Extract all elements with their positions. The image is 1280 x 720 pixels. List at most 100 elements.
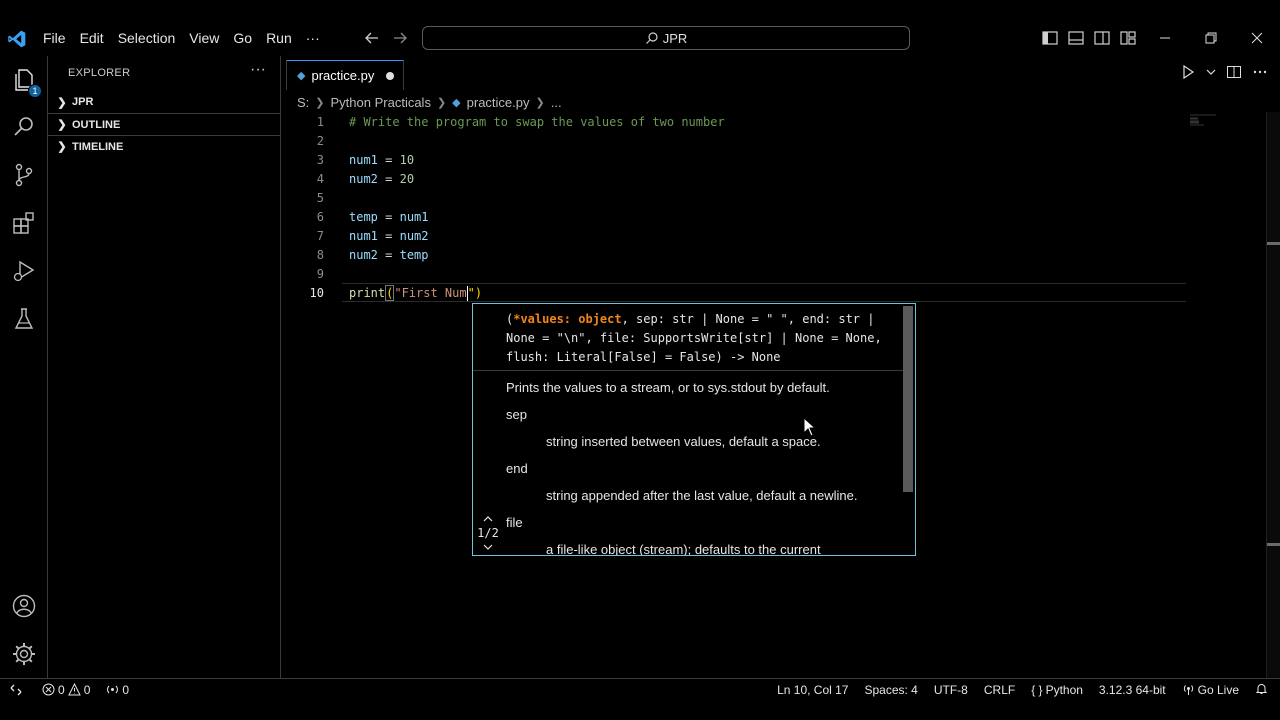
- vscode-logo-icon: [8, 30, 26, 48]
- end-of-line[interactable]: CRLF: [984, 683, 1015, 697]
- split-editor-icon[interactable]: [1226, 64, 1242, 80]
- close-window-button[interactable]: [1234, 22, 1280, 54]
- code-line[interactable]: 6 temp = num1: [282, 208, 1268, 227]
- code-operator: =: [377, 153, 400, 167]
- code-line[interactable]: 2: [282, 132, 1268, 151]
- testing-icon[interactable]: [8, 303, 40, 335]
- ports-indicator[interactable]: 0: [106, 683, 129, 697]
- customize-layout-icon[interactable]: [1118, 28, 1138, 48]
- menu-view[interactable]: View: [182, 22, 226, 54]
- code-line[interactable]: 7 num1 = num2: [282, 227, 1268, 246]
- code-line[interactable]: 9: [282, 265, 1268, 284]
- remote-indicator-icon[interactable]: [0, 679, 32, 700]
- breadcrumb-file[interactable]: practice.py: [467, 95, 530, 110]
- widget-scrollbar-thumb[interactable]: [903, 306, 913, 492]
- extensions-icon[interactable]: [8, 207, 40, 239]
- code-line[interactable]: 4 num2 = 20: [282, 170, 1268, 189]
- chevron-down-icon[interactable]: [476, 540, 500, 554]
- sidebar-more-button[interactable]: ···: [250, 61, 266, 79]
- overload-counter: 1/2: [477, 526, 499, 540]
- code-function: print: [349, 286, 386, 300]
- problems-indicator[interactable]: 0 0: [42, 683, 90, 697]
- run-python-file-icon[interactable]: [1180, 64, 1196, 80]
- section-label: JPR: [72, 96, 94, 108]
- code-comment: # Write the program to swap the values o…: [349, 115, 725, 129]
- code-line[interactable]: 3 num1 = 10: [282, 151, 1268, 170]
- minimize-button[interactable]: [1142, 22, 1188, 54]
- forward-arrow-icon[interactable]: [390, 28, 410, 48]
- menu-go[interactable]: Go: [226, 22, 259, 54]
- sidebar-section-jpr[interactable]: ❯ JPR: [48, 91, 281, 113]
- sidebar-section-outline[interactable]: ❯ OUTLINE: [48, 113, 281, 135]
- menu-file[interactable]: File: [36, 22, 73, 54]
- code-operator: =: [377, 248, 400, 262]
- code-bracket: "): [467, 286, 483, 300]
- mouse-pointer-icon: [803, 417, 817, 437]
- code-variable: num1: [349, 153, 378, 167]
- doc-param: sep: [506, 407, 527, 422]
- error-count: 0: [58, 682, 65, 697]
- notifications-bell-icon[interactable]: [1255, 682, 1268, 698]
- menu-selection[interactable]: Selection: [111, 22, 183, 54]
- toggle-panel-icon[interactable]: [1066, 28, 1086, 48]
- go-live-button[interactable]: Go Live: [1182, 683, 1239, 697]
- more-actions-icon[interactable]: [1252, 64, 1268, 80]
- menu-run[interactable]: Run: [259, 22, 299, 54]
- sidebar-section-timeline[interactable]: ❯ TIMELINE: [48, 135, 281, 157]
- toggle-secondary-sidebar-icon[interactable]: [1092, 28, 1112, 48]
- command-center-search[interactable]: JPR: [422, 26, 910, 50]
- doc-line: Prints the values to a stream, or to sys…: [506, 380, 830, 395]
- chevron-down-icon[interactable]: [1206, 64, 1216, 80]
- ports-count: 0: [122, 682, 130, 697]
- settings-gear-icon[interactable]: [8, 638, 40, 670]
- code-variable: num1: [399, 210, 429, 224]
- status-bar: 0 0 0 Ln 10, Col 17 Spaces: 4 UTF-8 CRLF…: [0, 678, 1280, 700]
- menu-edit[interactable]: Edit: [73, 22, 111, 54]
- run-debug-icon[interactable]: [8, 255, 40, 287]
- line-number: 10: [309, 286, 324, 300]
- python-interpreter[interactable]: 3.12.3 64-bit: [1099, 683, 1166, 697]
- breadcrumb-drive[interactable]: S:: [297, 95, 309, 110]
- scrollbar-marker: [1267, 242, 1280, 245]
- explorer-badge: 1: [28, 84, 42, 98]
- python-file-icon: ◆: [452, 96, 461, 109]
- language-mode[interactable]: { } Python: [1031, 683, 1083, 697]
- back-arrow-icon[interactable]: [362, 28, 382, 48]
- cursor-position[interactable]: Ln 10, Col 17: [777, 683, 848, 697]
- menu-more[interactable]: ···: [299, 22, 327, 54]
- signature-help-widget[interactable]: (*values: object, sep: str | None = " ",…: [472, 303, 916, 556]
- vertical-scrollbar[interactable]: [1266, 112, 1280, 678]
- toggle-primary-sidebar-icon[interactable]: [1040, 28, 1060, 48]
- code-line[interactable]: 1 # Write the program to swap the values…: [282, 113, 1268, 132]
- doc-line: string appended after the last value, de…: [546, 488, 858, 503]
- doc-line: a file-like object (stream); defaults to…: [546, 542, 821, 556]
- code-line[interactable]: 5: [282, 189, 1268, 208]
- tab-practice-py[interactable]: ◆ practice.py: [286, 60, 404, 90]
- code-variable: num1: [349, 229, 378, 243]
- code-variable: temp: [399, 248, 429, 262]
- warning-icon: [67, 683, 81, 696]
- signature-line-3: flush: Literal[False] = False) -> None: [506, 350, 781, 364]
- restore-button[interactable]: [1188, 22, 1234, 54]
- minimap[interactable]: [1190, 114, 1220, 126]
- active-parameter: *values: object: [513, 312, 622, 326]
- code-line[interactable]: 8 num2 = temp: [282, 246, 1268, 265]
- indentation[interactable]: Spaces: 4: [864, 683, 917, 697]
- chevron-up-icon[interactable]: [476, 512, 500, 526]
- signature-rest: , sep: str | None = " ", end: str |: [621, 312, 875, 326]
- encoding[interactable]: UTF-8: [934, 683, 968, 697]
- line-number: 9: [316, 267, 324, 281]
- search-icon[interactable]: [8, 111, 40, 143]
- chevron-right-icon: ❯: [57, 96, 67, 109]
- explorer-icon[interactable]: 1: [8, 64, 42, 98]
- unsaved-dot-icon[interactable]: [386, 71, 395, 80]
- source-control-icon[interactable]: [8, 159, 40, 191]
- scrollbar-marker: [1267, 543, 1280, 546]
- breadcrumb-symbol[interactable]: ...: [551, 95, 562, 110]
- breadcrumb-folder[interactable]: Python Practicals: [331, 95, 431, 110]
- code-line-active[interactable]: 10 print("First Num"): [282, 284, 1268, 303]
- braces-icon: { }: [1031, 682, 1043, 697]
- error-icon: [42, 683, 55, 696]
- search-icon: [645, 32, 658, 44]
- accounts-icon[interactable]: [8, 590, 40, 622]
